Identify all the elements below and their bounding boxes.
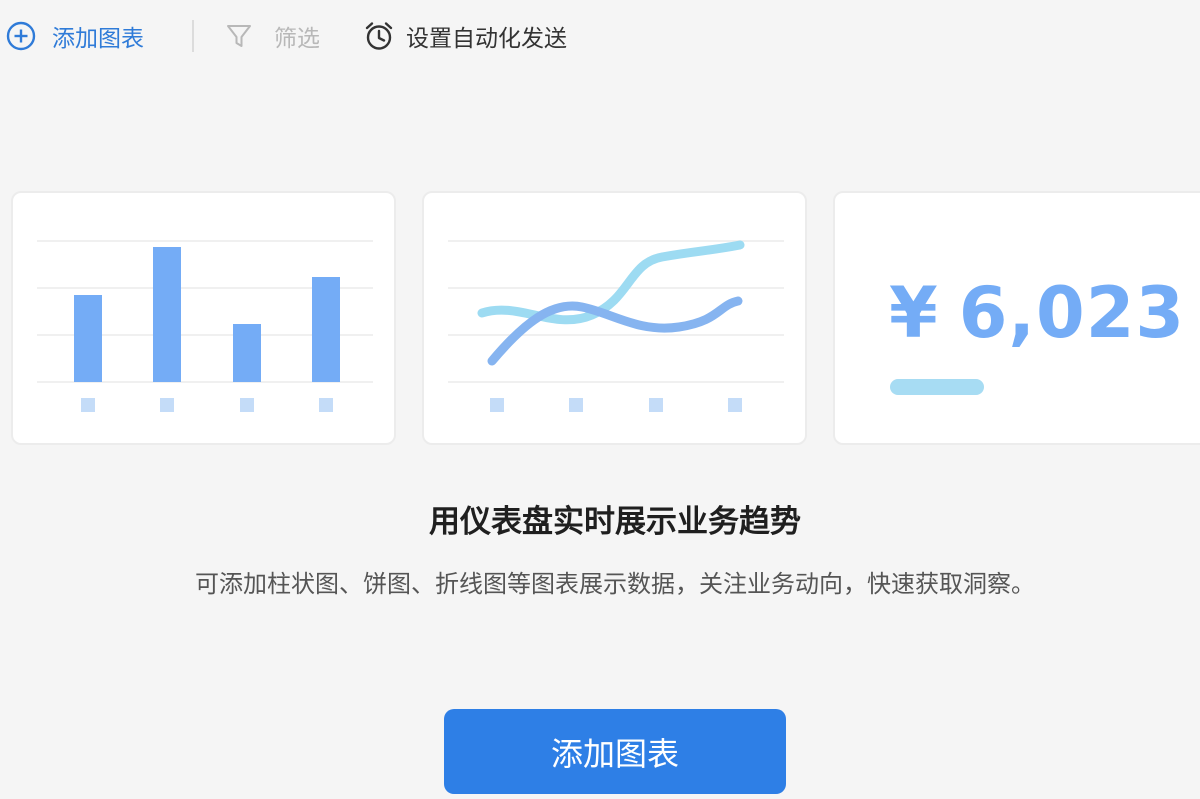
x-axis-marker xyxy=(490,398,504,412)
toolbar: 添加图表 筛选 设置自动化发送 xyxy=(0,0,1200,72)
x-axis-marker xyxy=(81,398,95,412)
x-axis-marker xyxy=(240,398,254,412)
x-axis-marker xyxy=(160,398,174,412)
kpi-currency-symbol: ¥ xyxy=(889,272,939,354)
bar-chart-preview-card xyxy=(11,191,396,445)
x-axis-marker xyxy=(649,398,663,412)
line-chart-illustration xyxy=(448,240,784,412)
auto-send-button[interactable]: 设置自动化发送 xyxy=(364,18,567,54)
x-axis-marker xyxy=(728,398,742,412)
kpi-value: ¥6,023 xyxy=(889,271,1185,355)
line-chart-preview-card xyxy=(422,191,807,445)
trend-line-light xyxy=(477,240,745,325)
bar xyxy=(74,295,102,382)
kpi-preview-card: ¥6,023 xyxy=(833,191,1200,445)
kpi-underline-bar xyxy=(890,379,984,395)
alarm-clock-icon xyxy=(365,22,393,50)
toolbar-divider xyxy=(192,20,194,52)
x-axis-marker xyxy=(319,398,333,412)
add-chart-toolbar-button[interactable]: 添加图表 xyxy=(6,18,144,54)
kpi-number: 6,023 xyxy=(958,272,1186,354)
filter-label: 筛选 xyxy=(274,26,320,52)
bar xyxy=(153,247,181,382)
add-chart-button[interactable]: 添加图表 xyxy=(444,709,786,794)
empty-state-description: 可添加柱状图、饼图、折线图等图表展示数据，关注业务动向，快速获取洞察。 xyxy=(195,570,1035,598)
auto-send-label: 设置自动化发送 xyxy=(406,26,567,52)
add-chart-toolbar-label: 添加图表 xyxy=(52,26,144,52)
x-axis-marker xyxy=(569,398,583,412)
bar xyxy=(233,324,261,382)
filter-button[interactable]: 筛选 xyxy=(226,18,320,54)
bar-chart-illustration xyxy=(37,240,373,412)
bar xyxy=(312,277,340,382)
empty-state-title: 用仪表盘实时展示业务趋势 xyxy=(429,504,801,540)
funnel-icon xyxy=(227,25,251,47)
plus-circle-icon xyxy=(6,21,36,51)
